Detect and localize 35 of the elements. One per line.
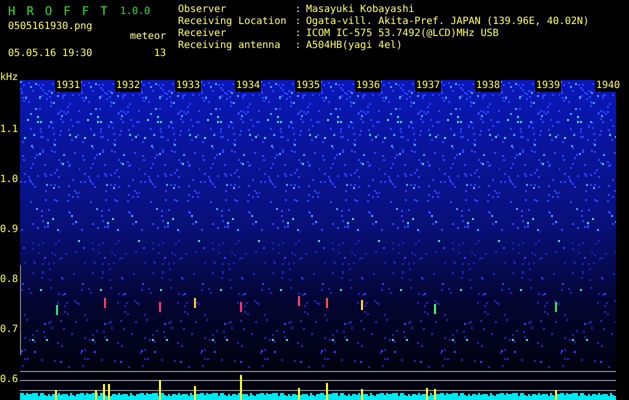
time-label: 1932 bbox=[115, 80, 142, 92]
axis-label: 1.0 bbox=[0, 174, 18, 186]
meteor-label: meteor bbox=[130, 31, 167, 43]
time-label: 1935 bbox=[295, 80, 322, 92]
info-separator: : bbox=[295, 40, 302, 52]
axis-label: 0.8 bbox=[0, 274, 18, 286]
date-time: 05.05.16 19:30 bbox=[8, 48, 92, 60]
info-label: Receiving antenna bbox=[178, 40, 280, 52]
file-name: 0505161930.png bbox=[8, 21, 92, 33]
info-separator: : bbox=[295, 16, 302, 28]
info-label: Receiver bbox=[178, 28, 226, 40]
time-label: 1934 bbox=[235, 80, 262, 92]
app-title: H R O F F T bbox=[8, 4, 110, 20]
info-value: A504HB(yagi 4el) bbox=[306, 40, 402, 52]
meteor-count: 13 bbox=[154, 48, 167, 60]
info-separator: : bbox=[295, 28, 302, 40]
axis-label: 1.1 bbox=[0, 124, 18, 136]
info-label: Receiving Location bbox=[178, 16, 286, 28]
info-separator: : bbox=[295, 4, 302, 16]
info-value: Masayuki Kobayashi bbox=[306, 4, 414, 16]
axis-label: 0.7 bbox=[0, 324, 18, 336]
time-label: 1933 bbox=[175, 80, 202, 92]
time-label: 1936 bbox=[355, 80, 382, 92]
time-label: 1931 bbox=[55, 80, 82, 92]
time-label: 1939 bbox=[535, 80, 562, 92]
time-label: 1937 bbox=[415, 80, 442, 92]
info-value: ICOM IC-575 53.7492(@LCD)MHz USB bbox=[306, 28, 499, 40]
app-version: 1.0.0 bbox=[120, 5, 150, 19]
time-label: 1940 bbox=[595, 80, 622, 92]
axis-label: 0.6 bbox=[0, 374, 18, 386]
info-label: Observer bbox=[178, 4, 226, 16]
time-label: 1938 bbox=[475, 80, 502, 92]
info-value: Ogata-vill. Akita-Pref. JAPAN (139.96E, 40.02N) bbox=[306, 16, 589, 28]
axis-unit: kHz bbox=[0, 72, 18, 84]
axis-label: 0.9 bbox=[0, 224, 18, 236]
